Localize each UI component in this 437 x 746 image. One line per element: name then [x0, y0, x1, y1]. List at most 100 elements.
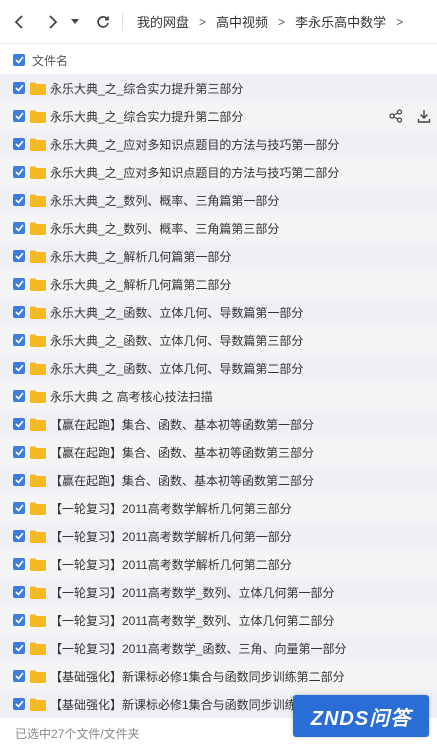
row-checkbox[interactable]	[13, 530, 25, 542]
row-checkbox[interactable]	[13, 446, 25, 458]
download-button[interactable]	[417, 109, 431, 123]
file-name[interactable]: 永乐大典_之_解析几何篇第一部分	[50, 248, 231, 265]
row-checkbox[interactable]	[13, 362, 25, 374]
folder-icon	[30, 390, 46, 403]
row-checkbox[interactable]	[13, 698, 25, 710]
row-checkbox[interactable]	[13, 390, 25, 402]
file-row[interactable]: 永乐大典 之 高考核心技法扫描	[0, 382, 437, 410]
history-dropdown-button[interactable]	[68, 11, 82, 33]
file-name[interactable]: 永乐大典_之_综合实力提升第三部分	[50, 80, 243, 97]
row-checkbox[interactable]	[13, 138, 25, 150]
file-name[interactable]: 【一轮复习】2011高考数学_数列、立体几何第一部分	[50, 584, 334, 601]
file-name[interactable]: 永乐大典 之 高考核心技法扫描	[50, 388, 213, 405]
file-name[interactable]: 永乐大典_之_应对多知识点题目的方法与技巧第二部分	[50, 164, 339, 181]
row-checkbox[interactable]	[13, 334, 25, 346]
check-icon	[14, 644, 24, 652]
row-checkbox[interactable]	[13, 614, 25, 626]
row-checkbox[interactable]	[13, 110, 25, 122]
file-name[interactable]: 永乐大典_之_综合实力提升第二部分	[50, 108, 243, 125]
file-name[interactable]: 【一轮复习】2011高考数学解析几何第一部分	[50, 528, 292, 545]
file-row[interactable]: 永乐大典_之_函数、立体几何、导数篇第二部分	[0, 354, 437, 382]
caret-down-icon	[71, 18, 79, 24]
file-name[interactable]: 【赢在起跑】集合、函数、基本初等函数第二部分	[50, 472, 314, 489]
file-name[interactable]: 【一轮复习】2011高考数学解析几何第二部分	[50, 556, 292, 573]
breadcrumb-separator: >	[199, 14, 207, 29]
file-row[interactable]: 永乐大典_之_解析几何篇第二部分	[0, 270, 437, 298]
file-row[interactable]: 永乐大典_之_综合实力提升第三部分	[0, 74, 437, 102]
row-checkbox[interactable]	[13, 250, 25, 262]
row-checkbox[interactable]	[13, 670, 25, 682]
forward-button[interactable]	[42, 11, 64, 33]
file-name[interactable]: 【赢在起跑】集合、函数、基本初等函数第三部分	[50, 444, 314, 461]
back-button[interactable]	[8, 11, 30, 33]
file-name[interactable]: 永乐大典_之_函数、立体几何、导数篇第二部分	[50, 360, 303, 377]
check-icon	[14, 196, 24, 204]
row-checkbox[interactable]	[13, 642, 25, 654]
file-row[interactable]: 永乐大典_之_综合实力提升第二部分	[0, 102, 437, 130]
share-button[interactable]	[389, 109, 403, 123]
breadcrumb-item[interactable]: 李永乐高中数学	[291, 12, 390, 31]
file-row[interactable]: 永乐大典_之_解析几何篇第一部分	[0, 242, 437, 270]
folder-icon	[30, 250, 46, 263]
file-row[interactable]: 【赢在起跑】集合、函数、基本初等函数第三部分	[0, 438, 437, 466]
file-name[interactable]: 【一轮复习】2011高考数学解析几何第三部分	[50, 500, 292, 517]
refresh-button[interactable]	[92, 11, 114, 33]
file-row[interactable]: 【一轮复习】2011高考数学_函数、三角、向量第一部分	[0, 634, 437, 662]
row-checkbox[interactable]	[13, 222, 25, 234]
file-row[interactable]: 【基础强化】新课标必修1集合与函数同步训练第二部分	[0, 662, 437, 690]
check-icon	[14, 364, 24, 372]
check-icon	[14, 140, 24, 148]
row-checkbox[interactable]	[13, 418, 25, 430]
row-checkbox[interactable]	[13, 502, 25, 514]
row-checkbox[interactable]	[13, 82, 25, 94]
file-name[interactable]: 永乐大典_之_函数、立体几何、导数篇第三部分	[50, 332, 303, 349]
file-row[interactable]: 永乐大典_之_应对多知识点题目的方法与技巧第二部分	[0, 158, 437, 186]
file-row[interactable]: 永乐大典_之_数列、概率、三角篇第一部分	[0, 186, 437, 214]
row-checkbox[interactable]	[13, 586, 25, 598]
file-name[interactable]: 永乐大典_之_函数、立体几何、导数篇第一部分	[50, 304, 303, 321]
check-icon	[14, 588, 24, 596]
row-checkbox[interactable]	[13, 558, 25, 570]
file-name[interactable]: 永乐大典_之_数列、概率、三角篇第一部分	[50, 192, 279, 209]
file-row[interactable]: 永乐大典_之_应对多知识点题目的方法与技巧第一部分	[0, 130, 437, 158]
file-name[interactable]: 【基础强化】新课标必修1集合与函数同步训练第二部分	[50, 668, 345, 685]
file-row[interactable]: 永乐大典_之_函数、立体几何、导数篇第三部分	[0, 326, 437, 354]
file-name[interactable]: 永乐大典_之_数列、概率、三角篇第三部分	[50, 220, 279, 237]
file-row[interactable]: 【赢在起跑】集合、函数、基本初等函数第一部分	[0, 410, 437, 438]
folder-icon	[30, 474, 46, 487]
file-row[interactable]: 【一轮复习】2011高考数学_数列、立体几何第一部分	[0, 578, 437, 606]
check-icon	[14, 56, 24, 64]
select-all-checkbox[interactable]	[13, 54, 25, 66]
file-row[interactable]: 【一轮复习】2011高考数学解析几何第一部分	[0, 522, 437, 550]
file-name[interactable]: 【赢在起跑】集合、函数、基本初等函数第一部分	[50, 416, 314, 433]
file-row[interactable]: 【赢在起跑】集合、函数、基本初等函数第二部分	[0, 466, 437, 494]
check-icon	[14, 308, 24, 316]
folder-icon	[30, 194, 46, 207]
file-row[interactable]: 永乐大典_之_数列、概率、三角篇第三部分	[0, 214, 437, 242]
breadcrumb-item[interactable]: 我的网盘	[133, 12, 193, 31]
folder-icon	[30, 278, 46, 291]
row-checkbox[interactable]	[13, 278, 25, 290]
file-name[interactable]: 【一轮复习】2011高考数学_数列、立体几何第二部分	[50, 612, 334, 629]
row-checkbox[interactable]	[13, 166, 25, 178]
row-checkbox[interactable]	[13, 474, 25, 486]
row-checkbox[interactable]	[13, 306, 25, 318]
check-icon	[14, 560, 24, 568]
check-icon	[14, 448, 24, 456]
file-row[interactable]: 【一轮复习】2011高考数学解析几何第二部分	[0, 550, 437, 578]
file-name[interactable]: 永乐大典_之_解析几何篇第二部分	[50, 276, 231, 293]
folder-icon	[30, 334, 46, 347]
check-icon	[14, 504, 24, 512]
file-row[interactable]: 【一轮复习】2011高考数学解析几何第三部分	[0, 494, 437, 522]
file-name[interactable]: 永乐大典_之_应对多知识点题目的方法与技巧第一部分	[50, 136, 339, 153]
column-header-name[interactable]: 文件名	[32, 52, 68, 69]
folder-icon	[30, 362, 46, 375]
file-name[interactable]: 【一轮复习】2011高考数学_函数、三角、向量第一部分	[50, 640, 346, 657]
refresh-icon	[97, 15, 109, 28]
check-icon	[14, 336, 24, 344]
file-list: 永乐大典_之_综合实力提升第三部分 永乐大典_之_综合实力提升第二部分 永乐大典_之…	[0, 74, 437, 718]
file-row[interactable]: 【一轮复习】2011高考数学_数列、立体几何第二部分	[0, 606, 437, 634]
file-row[interactable]: 永乐大典_之_函数、立体几何、导数篇第一部分	[0, 298, 437, 326]
row-checkbox[interactable]	[13, 194, 25, 206]
breadcrumb-item[interactable]: 高中视频	[212, 12, 272, 31]
